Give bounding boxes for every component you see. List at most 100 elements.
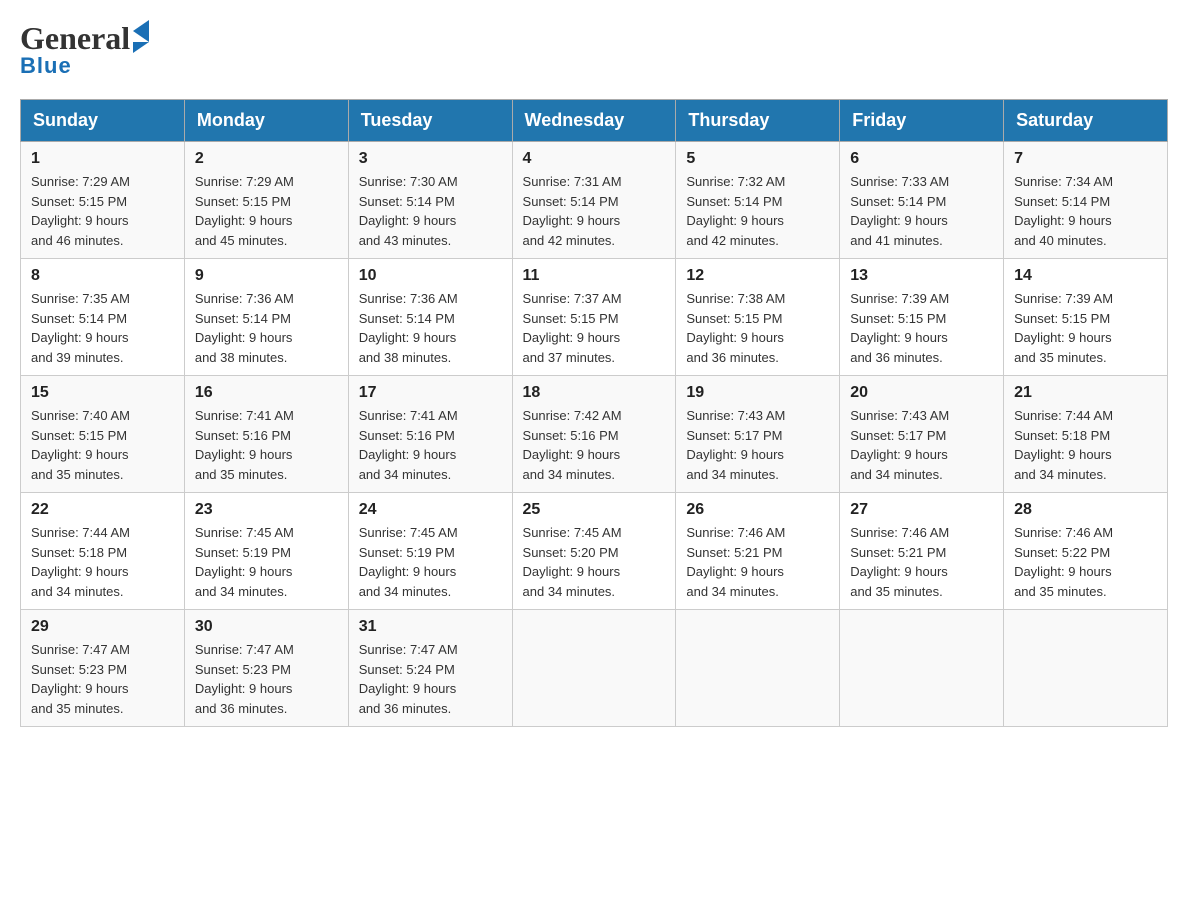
day-info: Sunrise: 7:46 AMSunset: 5:21 PMDaylight:… (850, 525, 949, 599)
calendar-day-cell: 5 Sunrise: 7:32 AMSunset: 5:14 PMDayligh… (676, 142, 840, 259)
day-number: 25 (523, 501, 666, 519)
calendar-day-cell: 13 Sunrise: 7:39 AMSunset: 5:15 PMDaylig… (840, 259, 1004, 376)
day-info: Sunrise: 7:44 AMSunset: 5:18 PMDaylight:… (31, 525, 130, 599)
calendar-day-cell: 21 Sunrise: 7:44 AMSunset: 5:18 PMDaylig… (1004, 376, 1168, 493)
calendar-day-cell: 8 Sunrise: 7:35 AMSunset: 5:14 PMDayligh… (21, 259, 185, 376)
day-info: Sunrise: 7:44 AMSunset: 5:18 PMDaylight:… (1014, 408, 1113, 482)
day-info: Sunrise: 7:30 AMSunset: 5:14 PMDaylight:… (359, 174, 458, 248)
calendar-day-cell: 9 Sunrise: 7:36 AMSunset: 5:14 PMDayligh… (184, 259, 348, 376)
calendar-empty-cell (840, 610, 1004, 727)
calendar-day-cell: 1 Sunrise: 7:29 AMSunset: 5:15 PMDayligh… (21, 142, 185, 259)
calendar-day-cell: 24 Sunrise: 7:45 AMSunset: 5:19 PMDaylig… (348, 493, 512, 610)
day-info: Sunrise: 7:47 AMSunset: 5:23 PMDaylight:… (31, 642, 130, 716)
column-header-sunday: Sunday (21, 100, 185, 142)
day-number: 4 (523, 150, 666, 168)
column-header-tuesday: Tuesday (348, 100, 512, 142)
calendar-day-cell: 23 Sunrise: 7:45 AMSunset: 5:19 PMDaylig… (184, 493, 348, 610)
calendar-table: SundayMondayTuesdayWednesdayThursdayFrid… (20, 99, 1168, 727)
day-info: Sunrise: 7:39 AMSunset: 5:15 PMDaylight:… (850, 291, 949, 365)
day-info: Sunrise: 7:43 AMSunset: 5:17 PMDaylight:… (850, 408, 949, 482)
calendar-day-cell: 16 Sunrise: 7:41 AMSunset: 5:16 PMDaylig… (184, 376, 348, 493)
day-info: Sunrise: 7:31 AMSunset: 5:14 PMDaylight:… (523, 174, 622, 248)
day-number: 24 (359, 501, 502, 519)
day-info: Sunrise: 7:47 AMSunset: 5:24 PMDaylight:… (359, 642, 458, 716)
logo-blue-text: Blue (20, 53, 72, 79)
day-info: Sunrise: 7:46 AMSunset: 5:22 PMDaylight:… (1014, 525, 1113, 599)
day-number: 29 (31, 618, 174, 636)
logo-area: General Blue (20, 20, 149, 79)
calendar-day-cell: 11 Sunrise: 7:37 AMSunset: 5:15 PMDaylig… (512, 259, 676, 376)
logo-general-text: General (20, 20, 130, 57)
day-number: 26 (686, 501, 829, 519)
day-number: 13 (850, 267, 993, 285)
day-info: Sunrise: 7:33 AMSunset: 5:14 PMDaylight:… (850, 174, 949, 248)
calendar-empty-cell (676, 610, 840, 727)
day-number: 3 (359, 150, 502, 168)
day-info: Sunrise: 7:36 AMSunset: 5:14 PMDaylight:… (195, 291, 294, 365)
day-info: Sunrise: 7:36 AMSunset: 5:14 PMDaylight:… (359, 291, 458, 365)
day-number: 1 (31, 150, 174, 168)
day-number: 5 (686, 150, 829, 168)
day-number: 12 (686, 267, 829, 285)
day-info: Sunrise: 7:34 AMSunset: 5:14 PMDaylight:… (1014, 174, 1113, 248)
calendar-day-cell: 12 Sunrise: 7:38 AMSunset: 5:15 PMDaylig… (676, 259, 840, 376)
day-number: 31 (359, 618, 502, 636)
calendar-day-cell: 3 Sunrise: 7:30 AMSunset: 5:14 PMDayligh… (348, 142, 512, 259)
day-number: 2 (195, 150, 338, 168)
logo-triangle-top (133, 20, 149, 42)
calendar-day-cell: 26 Sunrise: 7:46 AMSunset: 5:21 PMDaylig… (676, 493, 840, 610)
calendar-day-cell: 15 Sunrise: 7:40 AMSunset: 5:15 PMDaylig… (21, 376, 185, 493)
day-info: Sunrise: 7:45 AMSunset: 5:20 PMDaylight:… (523, 525, 622, 599)
day-info: Sunrise: 7:38 AMSunset: 5:15 PMDaylight:… (686, 291, 785, 365)
calendar-empty-cell (512, 610, 676, 727)
calendar-day-cell: 6 Sunrise: 7:33 AMSunset: 5:14 PMDayligh… (840, 142, 1004, 259)
day-number: 8 (31, 267, 174, 285)
calendar-header-row: SundayMondayTuesdayWednesdayThursdayFrid… (21, 100, 1168, 142)
day-number: 17 (359, 384, 502, 402)
day-info: Sunrise: 7:41 AMSunset: 5:16 PMDaylight:… (359, 408, 458, 482)
column-header-monday: Monday (184, 100, 348, 142)
day-number: 18 (523, 384, 666, 402)
day-number: 19 (686, 384, 829, 402)
calendar-day-cell: 25 Sunrise: 7:45 AMSunset: 5:20 PMDaylig… (512, 493, 676, 610)
calendar-day-cell: 27 Sunrise: 7:46 AMSunset: 5:21 PMDaylig… (840, 493, 1004, 610)
logo-wrap: General (20, 20, 149, 57)
calendar-day-cell: 30 Sunrise: 7:47 AMSunset: 5:23 PMDaylig… (184, 610, 348, 727)
day-number: 7 (1014, 150, 1157, 168)
calendar-day-cell: 31 Sunrise: 7:47 AMSunset: 5:24 PMDaylig… (348, 610, 512, 727)
day-info: Sunrise: 7:35 AMSunset: 5:14 PMDaylight:… (31, 291, 130, 365)
day-info: Sunrise: 7:29 AMSunset: 5:15 PMDaylight:… (31, 174, 130, 248)
day-number: 9 (195, 267, 338, 285)
day-info: Sunrise: 7:46 AMSunset: 5:21 PMDaylight:… (686, 525, 785, 599)
calendar-week-row: 15 Sunrise: 7:40 AMSunset: 5:15 PMDaylig… (21, 376, 1168, 493)
column-header-saturday: Saturday (1004, 100, 1168, 142)
day-number: 14 (1014, 267, 1157, 285)
day-number: 21 (1014, 384, 1157, 402)
calendar-week-row: 22 Sunrise: 7:44 AMSunset: 5:18 PMDaylig… (21, 493, 1168, 610)
day-info: Sunrise: 7:39 AMSunset: 5:15 PMDaylight:… (1014, 291, 1113, 365)
calendar-day-cell: 4 Sunrise: 7:31 AMSunset: 5:14 PMDayligh… (512, 142, 676, 259)
day-info: Sunrise: 7:45 AMSunset: 5:19 PMDaylight:… (195, 525, 294, 599)
calendar-day-cell: 20 Sunrise: 7:43 AMSunset: 5:17 PMDaylig… (840, 376, 1004, 493)
calendar-day-cell: 17 Sunrise: 7:41 AMSunset: 5:16 PMDaylig… (348, 376, 512, 493)
calendar-day-cell: 14 Sunrise: 7:39 AMSunset: 5:15 PMDaylig… (1004, 259, 1168, 376)
day-number: 10 (359, 267, 502, 285)
column-header-thursday: Thursday (676, 100, 840, 142)
day-info: Sunrise: 7:29 AMSunset: 5:15 PMDaylight:… (195, 174, 294, 248)
day-number: 11 (523, 267, 666, 285)
day-info: Sunrise: 7:32 AMSunset: 5:14 PMDaylight:… (686, 174, 785, 248)
calendar-week-row: 1 Sunrise: 7:29 AMSunset: 5:15 PMDayligh… (21, 142, 1168, 259)
calendar-day-cell: 18 Sunrise: 7:42 AMSunset: 5:16 PMDaylig… (512, 376, 676, 493)
calendar-day-cell: 10 Sunrise: 7:36 AMSunset: 5:14 PMDaylig… (348, 259, 512, 376)
calendar-day-cell: 22 Sunrise: 7:44 AMSunset: 5:18 PMDaylig… (21, 493, 185, 610)
day-number: 20 (850, 384, 993, 402)
calendar-day-cell: 7 Sunrise: 7:34 AMSunset: 5:14 PMDayligh… (1004, 142, 1168, 259)
day-info: Sunrise: 7:47 AMSunset: 5:23 PMDaylight:… (195, 642, 294, 716)
day-info: Sunrise: 7:37 AMSunset: 5:15 PMDaylight:… (523, 291, 622, 365)
day-number: 27 (850, 501, 993, 519)
calendar-empty-cell (1004, 610, 1168, 727)
day-number: 15 (31, 384, 174, 402)
calendar-day-cell: 2 Sunrise: 7:29 AMSunset: 5:15 PMDayligh… (184, 142, 348, 259)
day-number: 16 (195, 384, 338, 402)
calendar-week-row: 8 Sunrise: 7:35 AMSunset: 5:14 PMDayligh… (21, 259, 1168, 376)
